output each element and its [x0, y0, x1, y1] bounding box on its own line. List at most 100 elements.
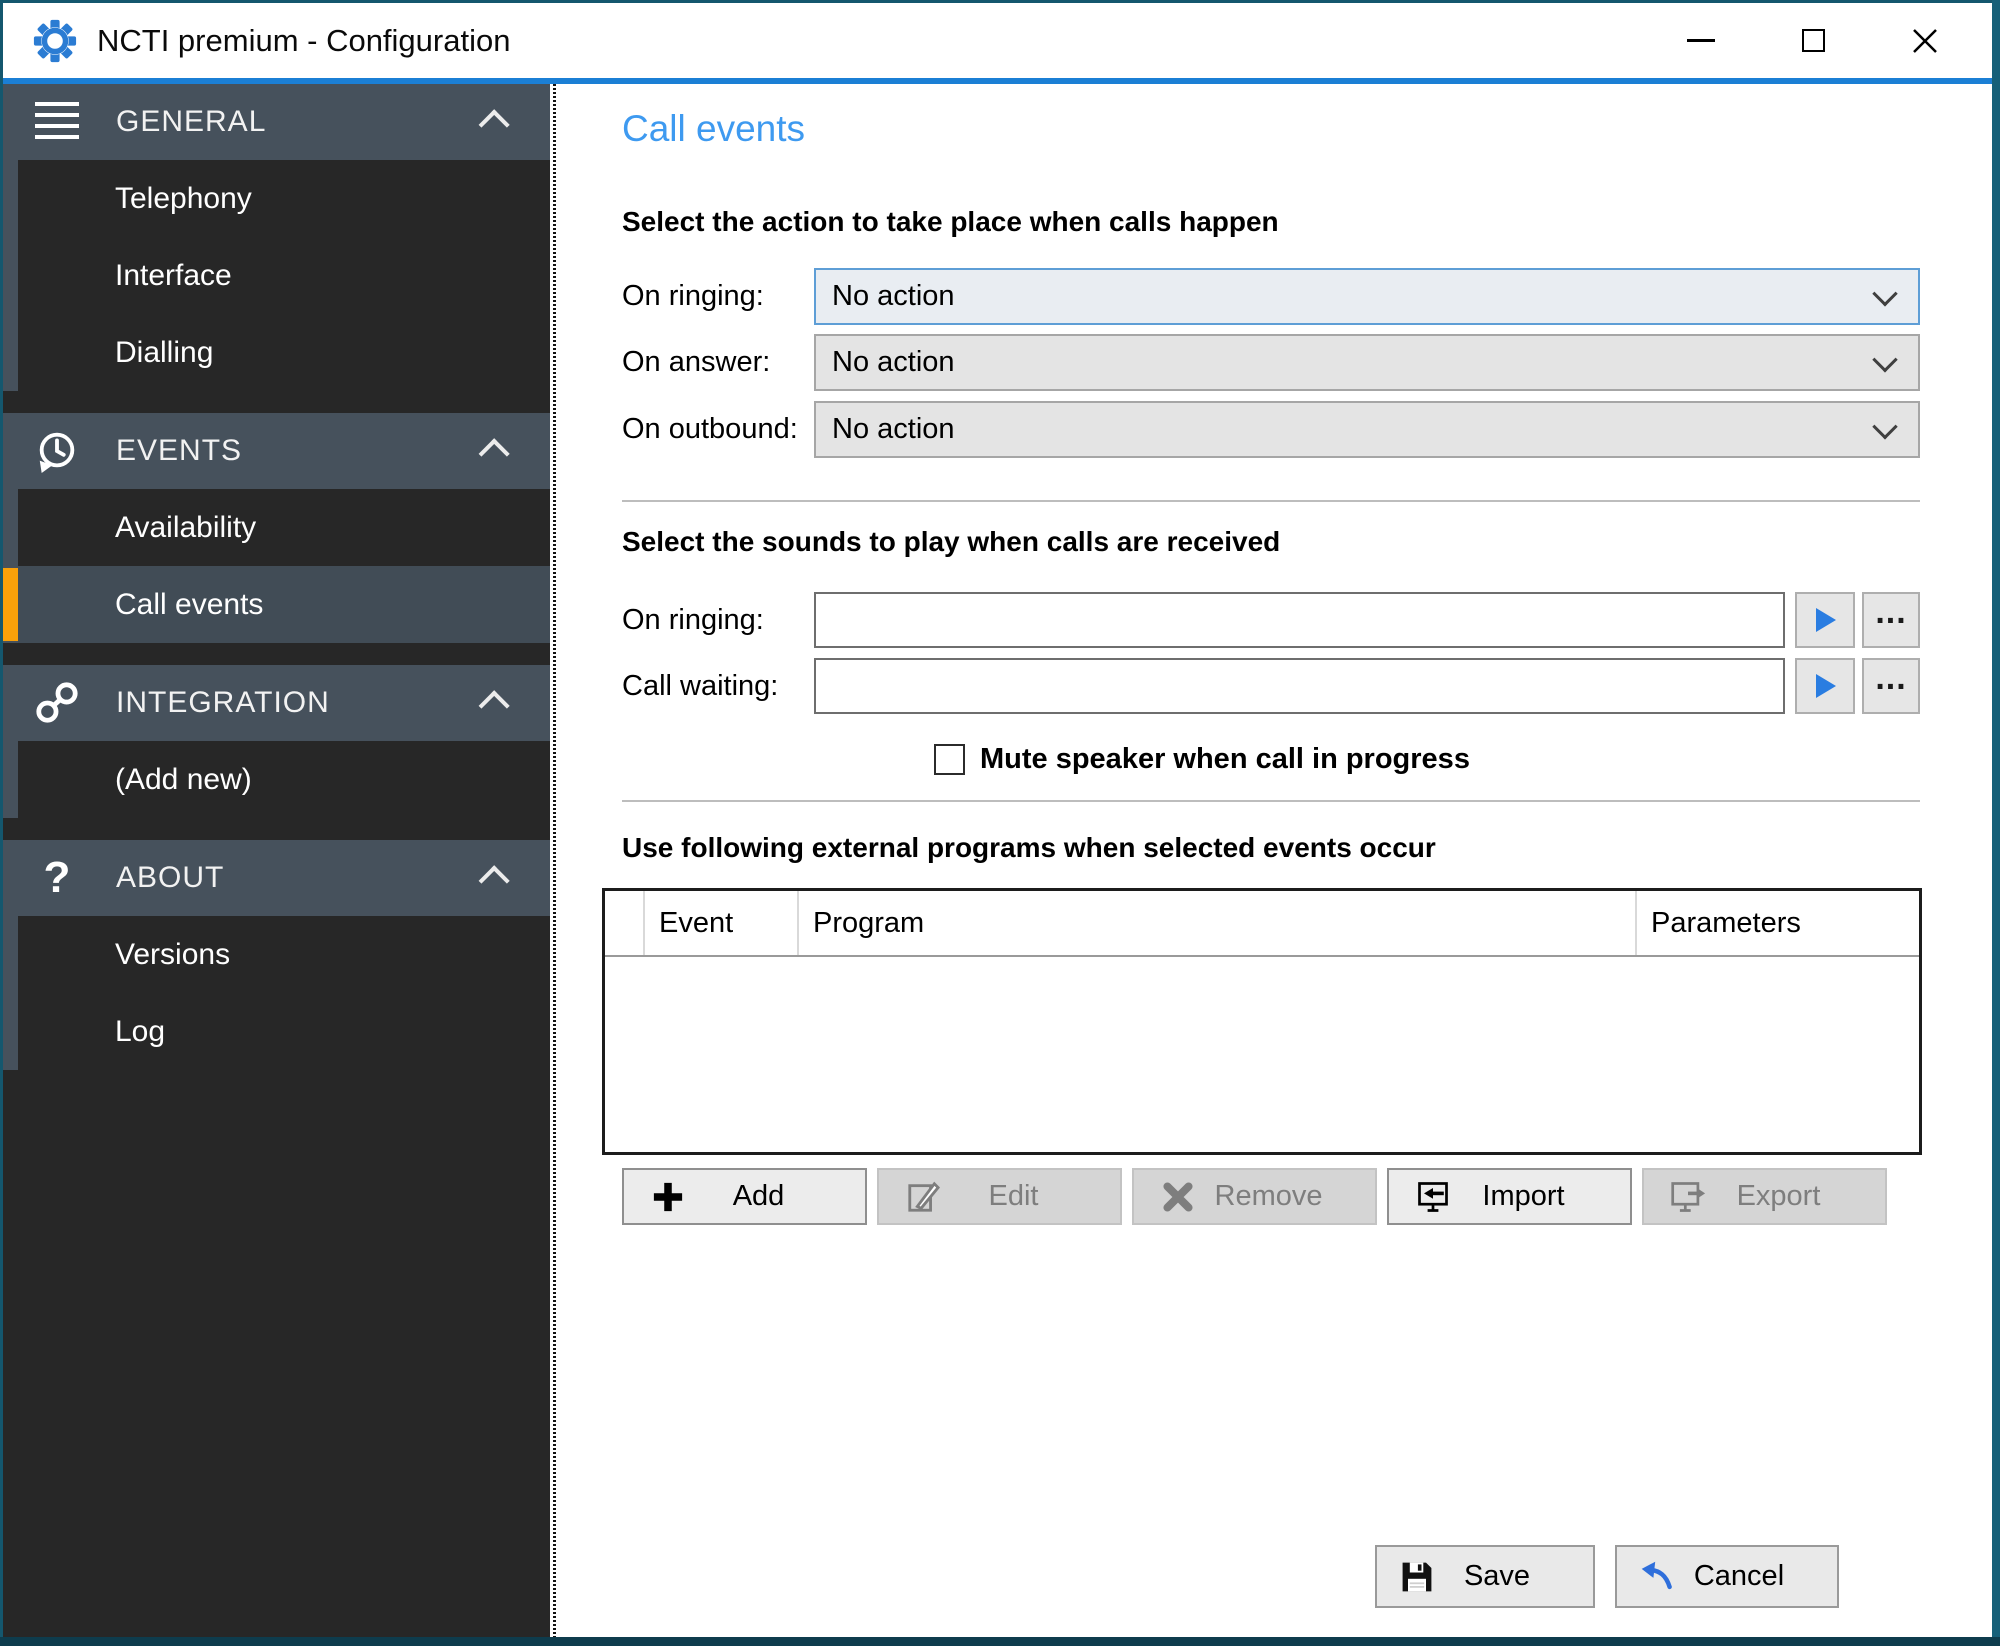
sounds-section-title: Select the sounds to play when calls are…: [622, 526, 1280, 558]
pencil-icon: [905, 1180, 941, 1214]
play-icon: [1812, 673, 1838, 699]
on-answer-action-label: On answer:: [622, 334, 770, 391]
x-icon: [1160, 1182, 1196, 1212]
call-waiting-sound-label: Call waiting:: [622, 658, 778, 714]
sidebar-section-general: GENERAL Telephony Interface Dialling: [3, 84, 550, 391]
add-button[interactable]: Add: [622, 1168, 867, 1225]
minimize-button[interactable]: [1686, 26, 1716, 56]
on-ringing-action-select[interactable]: No action: [814, 268, 1920, 325]
sidebar-header-about[interactable]: ? ABOUT: [3, 840, 550, 916]
sidebar-section-integration: INTEGRATION (Add new): [3, 665, 550, 818]
chevron-down-icon: [1872, 281, 1897, 306]
on-outbound-action-label: On outbound:: [622, 401, 798, 458]
chevron-up-icon: [479, 690, 510, 721]
on-ringing-sound-label: On ringing:: [622, 592, 764, 648]
sidebar: GENERAL Telephony Interface Dialling: [3, 84, 550, 1637]
chevron-down-icon: [1872, 347, 1897, 372]
programs-table: Event Program Parameters: [602, 888, 1922, 1155]
sidebar-section-events: EVENTS Availability Call events: [3, 413, 550, 643]
play-ringing-sound-button[interactable]: [1795, 592, 1855, 648]
actions-section-title: Select the action to take place when cal…: [622, 206, 1279, 238]
export-button[interactable]: Export: [1642, 1168, 1887, 1225]
cancel-button[interactable]: Cancel: [1615, 1545, 1839, 1608]
sidebar-item-versions[interactable]: Versions: [18, 916, 550, 993]
sidebar-item-call-events[interactable]: Call events: [18, 566, 550, 643]
close-button[interactable]: [1910, 26, 1940, 56]
sidebar-item-telephony[interactable]: Telephony: [18, 160, 550, 237]
sidebar-item-add-new[interactable]: (Add new): [18, 741, 550, 818]
column-header-blank: [605, 891, 645, 955]
remove-button[interactable]: Remove: [1132, 1168, 1377, 1225]
question-icon: ?: [33, 854, 81, 902]
selected-value: No action: [832, 280, 955, 313]
import-icon: [1415, 1179, 1451, 1215]
sidebar-item-log[interactable]: Log: [18, 993, 550, 1070]
undo-arrow-icon: [1639, 1559, 1675, 1595]
sidebar-item-label: Interface: [115, 259, 232, 293]
sidebar-item-label: Log: [115, 1015, 165, 1049]
browse-waiting-sound-button[interactable]: ...: [1862, 658, 1920, 714]
selected-marker: [3, 568, 18, 641]
window-title: NCTI premium - Configuration: [97, 23, 510, 59]
chevron-down-icon: [1872, 414, 1897, 439]
chevron-up-icon: [479, 109, 510, 140]
chevron-up-icon: [479, 865, 510, 896]
sidebar-item-label: Telephony: [115, 182, 252, 216]
window-border-left: [0, 0, 3, 1646]
selected-value: No action: [832, 413, 955, 446]
sidebar-splitter[interactable]: [550, 84, 559, 1637]
section-divider: [622, 500, 1920, 502]
window-border-right: [1992, 0, 2000, 1646]
import-button[interactable]: Import: [1387, 1168, 1632, 1225]
edit-button[interactable]: Edit: [877, 1168, 1122, 1225]
column-header-event[interactable]: Event: [645, 891, 799, 955]
window-border-top: [0, 0, 2000, 3]
window-border-bottom: [0, 1637, 2000, 1646]
main-panel: Call events Select the action to take pl…: [559, 84, 1992, 1637]
on-ringing-action-label: On ringing:: [622, 268, 764, 325]
app-window: NCTI premium - Configuration: [0, 0, 2000, 1646]
gear-icon: [33, 19, 77, 63]
section-divider: [622, 800, 1920, 802]
sidebar-header-events[interactable]: EVENTS: [3, 413, 550, 489]
sidebar-header-label: GENERAL: [116, 105, 266, 139]
sidebar-item-availability[interactable]: Availability: [18, 489, 550, 566]
export-icon: [1670, 1179, 1706, 1215]
save-button[interactable]: Save: [1375, 1545, 1595, 1608]
sidebar-item-label: Dialling: [115, 336, 213, 370]
sidebar-header-integration[interactable]: INTEGRATION: [3, 665, 550, 741]
browse-ringing-sound-button[interactable]: ...: [1862, 592, 1920, 648]
chevron-up-icon: [479, 438, 510, 469]
mute-speaker-checkbox[interactable]: [934, 744, 965, 775]
programs-section-title: Use following external programs when sel…: [622, 832, 1436, 864]
page-title: Call events: [622, 108, 805, 150]
sidebar-header-general[interactable]: GENERAL: [3, 84, 550, 160]
on-outbound-action-select[interactable]: No action: [814, 401, 1920, 458]
sidebar-item-interface[interactable]: Interface: [18, 237, 550, 314]
sidebar-item-label: Call events: [115, 588, 263, 622]
play-waiting-sound-button[interactable]: [1795, 658, 1855, 714]
sidebar-header-label: INTEGRATION: [116, 686, 330, 720]
mute-speaker-label: Mute speaker when call in progress: [980, 744, 1470, 775]
sidebar-header-label: ABOUT: [116, 861, 224, 895]
sidebar-item-label: Versions: [115, 938, 230, 972]
on-answer-action-select[interactable]: No action: [814, 334, 1920, 391]
sidebar-item-dialling[interactable]: Dialling: [18, 314, 550, 391]
plus-icon: [650, 1181, 686, 1213]
programs-table-header: Event Program Parameters: [605, 891, 1919, 957]
link-icon: [33, 679, 81, 727]
maximize-button[interactable]: [1798, 26, 1828, 56]
sidebar-item-label: Availability: [115, 511, 256, 545]
sidebar-header-label: EVENTS: [116, 434, 242, 468]
title-bar: NCTI premium - Configuration: [3, 3, 1992, 78]
on-ringing-sound-input[interactable]: [814, 592, 1785, 648]
hamburger-icon: [33, 98, 81, 146]
call-waiting-sound-input[interactable]: [814, 658, 1785, 714]
column-header-parameters[interactable]: Parameters: [1637, 891, 1919, 955]
sidebar-section-about: ? ABOUT Versions Log: [3, 840, 550, 1070]
sidebar-item-label: (Add new): [115, 763, 252, 797]
column-header-program[interactable]: Program: [799, 891, 1637, 955]
programs-table-body[interactable]: [605, 957, 1919, 1153]
selected-value: No action: [832, 346, 955, 379]
play-icon: [1812, 607, 1838, 633]
